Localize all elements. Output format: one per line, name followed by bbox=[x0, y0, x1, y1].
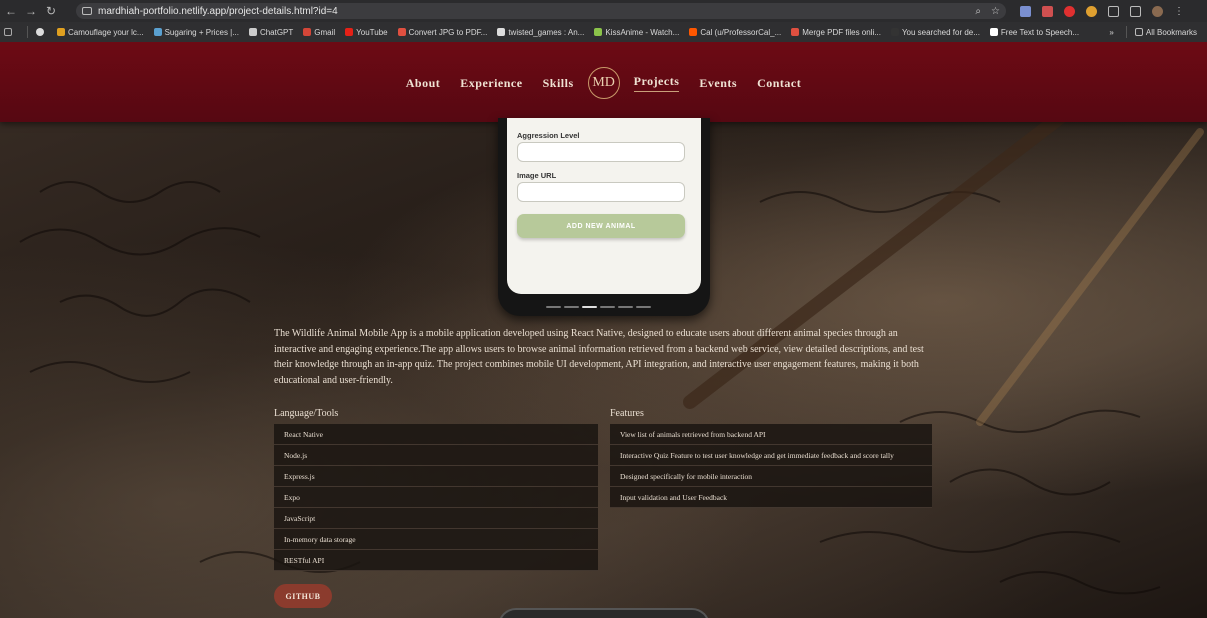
main-nav: About Experience Skills MD Projects Even… bbox=[0, 64, 1207, 102]
features-heading: Features bbox=[610, 408, 644, 419]
bookmark-label: KissAnime - Watch... bbox=[605, 27, 680, 37]
tool-item: Expo bbox=[274, 487, 598, 508]
tool-item: React Native bbox=[274, 424, 598, 445]
bookmarks-bar: Camouflage your lc... Sugaring + Prices |… bbox=[0, 22, 1207, 42]
image-url-input[interactable] bbox=[517, 182, 685, 202]
bookmark-item[interactable]: Merge PDF files onli... bbox=[791, 28, 881, 37]
bookmark-label: Cal (u/ProfessorCal_... bbox=[700, 27, 782, 37]
tool-item: Node.js bbox=[274, 445, 598, 466]
bookmark-label: YouTube bbox=[356, 27, 388, 37]
feature-item: Designed specifically for mobile interac… bbox=[610, 466, 932, 487]
site-header: About Experience Skills MD Projects Even… bbox=[0, 42, 1207, 122]
bookmark-item[interactable]: Gmail bbox=[303, 28, 335, 37]
bookmark-item[interactable]: You searched for de... bbox=[890, 27, 980, 37]
zoom-icon[interactable]: ⌕ bbox=[975, 6, 981, 17]
nav-projects[interactable]: Projects bbox=[633, 74, 680, 92]
extension-icon[interactable] bbox=[1020, 5, 1031, 17]
bookmark-label: Gmail bbox=[314, 27, 336, 37]
menu-kebab-icon[interactable]: ⋮ bbox=[1174, 6, 1184, 17]
nav-contact[interactable]: Contact bbox=[757, 76, 801, 91]
nav-about[interactable]: About bbox=[406, 76, 441, 91]
bookmark-favicon-icon bbox=[989, 28, 998, 36]
bookmark-label: Camouflage your lc... bbox=[68, 27, 144, 37]
tools-heading: Language/Tools bbox=[274, 408, 339, 419]
github-button[interactable]: GITHUB bbox=[274, 584, 332, 608]
bookmark-favicon-icon bbox=[890, 28, 899, 36]
site-logo[interactable]: MD bbox=[587, 67, 620, 99]
back-icon[interactable]: ← bbox=[2, 2, 20, 20]
phone-screen: Aggression Level Image URL ADD NEW ANIMA… bbox=[507, 118, 701, 294]
bookmark-favicon-icon bbox=[248, 28, 257, 36]
bookmark-favicon-icon bbox=[345, 28, 354, 36]
extension-icon[interactable] bbox=[1064, 5, 1075, 17]
bookmark-favicon-icon bbox=[397, 28, 406, 36]
home-indicator bbox=[546, 306, 651, 309]
bookmark-label: Sugaring + Prices |... bbox=[164, 27, 239, 37]
more-bookmarks-button[interactable]: » bbox=[1109, 28, 1113, 37]
bookmark-favicon-icon bbox=[497, 28, 506, 36]
bookmark-label: Merge PDF files onli... bbox=[802, 27, 881, 37]
all-bookmarks-button[interactable]: All Bookmarks bbox=[1134, 27, 1197, 37]
bookmark-star-icon[interactable]: ☆ bbox=[991, 6, 1000, 17]
all-bookmarks-label: All Bookmarks bbox=[1145, 27, 1197, 37]
bookmark-label: ChatGPT bbox=[259, 27, 294, 37]
bookmark-item[interactable]: Camouflage your lc... bbox=[57, 28, 144, 37]
feature-item: Input validation and User Feedback bbox=[610, 487, 932, 508]
bookmark-item[interactable]: Convert JPG to PDF... bbox=[397, 27, 488, 37]
bookmark-item[interactable]: ChatGPT bbox=[248, 27, 294, 37]
bookmark-favicon-icon bbox=[689, 28, 698, 36]
bookmark-label: Free Text to Speech... bbox=[1000, 27, 1080, 37]
tool-item: Express.js bbox=[274, 466, 598, 487]
bookmark-favicon-icon bbox=[303, 28, 312, 36]
next-phone-mockup bbox=[498, 608, 710, 618]
site-info-icon[interactable] bbox=[82, 7, 92, 15]
bookmark-item[interactable]: Free Text to Speech... bbox=[989, 27, 1080, 37]
bookmark-favicon-icon bbox=[57, 28, 65, 36]
bookmark-github-icon[interactable] bbox=[36, 28, 47, 36]
feature-item: View list of animals retrieved from back… bbox=[610, 424, 932, 445]
folder-icon bbox=[1134, 28, 1143, 36]
extensions-puzzle-icon[interactable] bbox=[1108, 5, 1119, 17]
bookmark-favicon-icon bbox=[594, 28, 603, 36]
bookmark-item[interactable]: Sugaring + Prices |... bbox=[153, 27, 239, 37]
bookmark-label: You searched for de... bbox=[901, 27, 980, 37]
extension-icon[interactable] bbox=[1086, 5, 1097, 17]
aggression-level-input[interactable] bbox=[517, 142, 685, 162]
project-description: The Wildlife Animal Mobile App is a mobi… bbox=[274, 328, 924, 386]
reading-list-icon[interactable] bbox=[1130, 5, 1141, 17]
nav-experience[interactable]: Experience bbox=[460, 76, 522, 91]
tool-item: RESTful API bbox=[274, 550, 598, 571]
apps-grid-icon[interactable] bbox=[4, 28, 15, 36]
address-bar[interactable]: mardhiah-portfolio.netlify.app/project-d… bbox=[76, 3, 1006, 19]
tool-item: In-memory data storage bbox=[274, 529, 598, 550]
url-text[interactable]: mardhiah-portfolio.netlify.app/project-d… bbox=[98, 6, 338, 17]
forward-icon[interactable]: → bbox=[22, 2, 40, 20]
nav-events[interactable]: Events bbox=[699, 76, 737, 91]
browser-toolbar: ← → ↻ mardhiah-portfolio.netlify.app/pro… bbox=[0, 0, 1207, 22]
image-url-label: Image URL bbox=[517, 171, 557, 180]
reload-icon[interactable]: ↻ bbox=[42, 2, 60, 20]
profile-avatar[interactable] bbox=[1152, 5, 1163, 17]
feature-item: Interactive Quiz Feature to test user kn… bbox=[610, 445, 932, 466]
features-list: View list of animals retrieved from back… bbox=[610, 424, 932, 508]
extension-icon[interactable] bbox=[1042, 5, 1053, 17]
aggression-level-label: Aggression Level bbox=[517, 131, 580, 140]
bookmark-item[interactable]: twisted_games : An... bbox=[497, 28, 584, 37]
page-viewport: About Experience Skills MD Projects Even… bbox=[0, 42, 1207, 618]
tools-list: React Native Node.js Express.js Expo JavaScr… bbox=[274, 424, 598, 571]
bookmark-favicon-icon bbox=[153, 28, 162, 36]
bookmark-item[interactable]: Cal (u/ProfessorCal_... bbox=[689, 28, 781, 37]
bookmark-item[interactable]: YouTube bbox=[345, 27, 388, 37]
bookmark-favicon-icon bbox=[791, 28, 800, 36]
phone-mockup: Aggression Level Image URL ADD NEW ANIMA… bbox=[498, 118, 710, 316]
add-new-animal-button[interactable]: ADD NEW ANIMAL bbox=[517, 214, 685, 238]
tool-item: JavaScript bbox=[274, 508, 598, 529]
extensions-area: ⋮ bbox=[1020, 3, 1184, 19]
nav-skills[interactable]: Skills bbox=[543, 76, 574, 91]
bookmark-item[interactable]: KissAnime - Watch... bbox=[594, 28, 679, 37]
bookmark-label: Convert JPG to PDF... bbox=[408, 27, 488, 37]
bookmark-label: twisted_games : An... bbox=[508, 27, 585, 37]
